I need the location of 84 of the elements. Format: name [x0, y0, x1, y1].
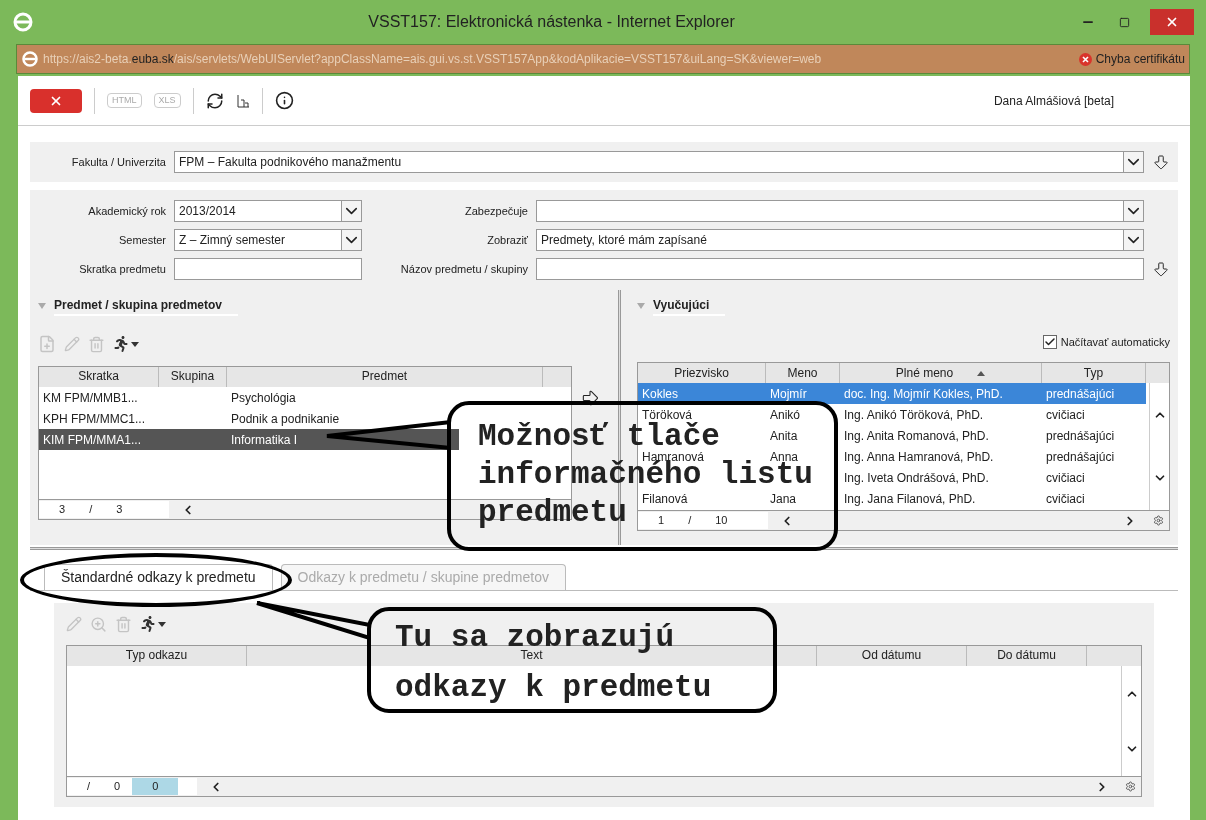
table-cell-text: Informatika I	[230, 431, 299, 449]
table-cell-text: Anita	[769, 427, 799, 445]
table-cell-text: doc. Ing. Mojmír Kokles, PhD.	[843, 385, 1004, 403]
pager-text: 3	[115, 502, 124, 518]
settings-icon[interactable]	[1153, 515, 1164, 526]
column-header[interactable]: Typ odkazu	[67, 646, 247, 666]
field-label: Fakulta / Univerzita	[70, 154, 166, 170]
pager-text: 10	[714, 513, 729, 529]
settings-icon[interactable]	[1125, 781, 1136, 792]
panel-title: Predmet / skupina predmetov	[54, 296, 239, 316]
pager-text: 1	[657, 513, 666, 529]
user-name: Dana Almášiová [beta]	[993, 92, 1114, 110]
table-cell-text: KIM FPM/MMA1...	[42, 431, 142, 449]
table-cell-text: KPH FPM/MMC1...	[42, 410, 146, 428]
table-cell-text: Filanová	[641, 490, 689, 508]
dropdown-field[interactable]: Predmety, ktoré mám zapísané	[536, 229, 1144, 251]
table-cell-text: Podnik a podnikanie	[230, 410, 341, 428]
column-header[interactable]: Predmet	[227, 367, 543, 387]
field-label: Názov predmetu / skupiny	[399, 261, 528, 277]
close-button[interactable]	[30, 88, 82, 113]
column-header[interactable]: Od dátumu	[817, 646, 967, 666]
pager-text: 3	[58, 502, 67, 518]
url-text[interactable]: https://ais2-beta.euba.sk/ais/servlets/WebUIServlet?appClassName=ais.gui.vs.st.VSST157App&kodAplikacie=VSST157&uiLang=SK&viewer=web	[43, 50, 1079, 68]
field-label: Zobraziť	[486, 232, 528, 248]
table-cell-text: Mojmír	[769, 385, 808, 403]
refresh-icon[interactable]	[205, 91, 224, 110]
column-header[interactable]: Do dátumu	[967, 646, 1087, 666]
field-label: Skratka predmetu	[78, 261, 166, 277]
table-cell-text: Ing. Anna Hamranová, PhD.	[843, 448, 995, 466]
table-cell-text: KM FPM/MMB1...	[42, 389, 139, 407]
window-title: VSST157: Elektronická nástenka - Internet Explorer	[367, 12, 736, 32]
dropdown-field[interactable]	[536, 200, 1144, 222]
caret-icon[interactable]	[158, 621, 166, 627]
close-button[interactable]	[1150, 9, 1194, 35]
table-cell-text: prednášajúci	[1045, 427, 1116, 445]
table-cell-text: Kokles	[641, 385, 680, 403]
caret-icon[interactable]	[131, 341, 139, 347]
selected-row[interactable]: KIM FPM/MMA1... Informatika I	[39, 429, 459, 450]
table-cell-text: cvičiaci	[1045, 469, 1086, 487]
browser-logo-icon	[12, 11, 34, 33]
hierarchy-icon[interactable]	[235, 93, 250, 108]
pager-text: /	[687, 513, 693, 529]
pager-text: /	[86, 779, 92, 795]
selected-row[interactable]: Kokles Mojmír doc. Ing. Mojmír Kokles, PhD. prednášajúci	[638, 383, 1146, 404]
table-cell-text: Ing. Anikó Töröková, PhD.	[843, 406, 985, 424]
close-icon	[1165, 15, 1179, 29]
field-label: Semester	[117, 232, 166, 248]
table-cell-text: Anikó	[769, 406, 802, 424]
running-figure-icon[interactable]	[113, 336, 129, 352]
checkbox[interactable]	[1042, 335, 1057, 349]
certificate-error-link[interactable]: Chyba certifikátu	[1095, 50, 1185, 68]
pager-text: 0	[132, 778, 179, 795]
table-cell-text: Ing. Anita Romanová, PhD.	[843, 427, 990, 445]
tab[interactable]: Štandardné odkazy k predmetu	[44, 564, 273, 590]
text-field[interactable]	[536, 258, 1144, 280]
table-cell-text: Jana	[769, 490, 798, 508]
running-figure-icon[interactable]	[140, 616, 156, 632]
error-icon	[1078, 52, 1092, 66]
down-arrow-icon[interactable]	[1152, 260, 1170, 278]
field-label: Zabezpečuje	[464, 203, 528, 219]
column-header[interactable]: Skratka	[39, 367, 159, 387]
table-cell-text: Töröková	[641, 406, 694, 422]
table-cell-text: Ing. Iveta Ondrášová, PhD.	[843, 469, 990, 487]
down-arrow-icon[interactable]	[1152, 153, 1170, 171]
table-cell-text: prednášajúci	[1045, 385, 1116, 403]
text-field[interactable]	[174, 258, 362, 280]
maximize-icon[interactable]	[1119, 16, 1130, 28]
pager-text: /	[88, 502, 94, 518]
table-cell-text: cvičiaci	[1045, 490, 1086, 508]
column-header[interactable]: Skupina	[159, 367, 227, 387]
table-cell-text: Psychológia	[230, 389, 297, 407]
table-cell-text: Ing. Jana Filanová, PhD.	[843, 490, 977, 508]
dropdown-field[interactable]: FPM – Fakulta podnikového manažmentu	[174, 151, 1144, 173]
dropdown-field[interactable]: 2013/2014	[174, 200, 362, 222]
info-icon[interactable]	[274, 91, 294, 110]
sort-ascending-icon	[977, 370, 986, 376]
panel-title: Vyučujúci	[653, 296, 726, 316]
field-label: Akademický rok	[87, 203, 166, 219]
table-cell-text: cvičiaci	[1045, 406, 1086, 424]
pager-text: 0	[113, 779, 122, 795]
table-cell-text: prednášajúci	[1045, 448, 1116, 466]
checkbox-label: Načítavať automaticky	[1060, 334, 1170, 350]
browser-logo-icon	[21, 50, 39, 68]
dropdown-field[interactable]: Z – Zimný semester	[174, 229, 362, 251]
